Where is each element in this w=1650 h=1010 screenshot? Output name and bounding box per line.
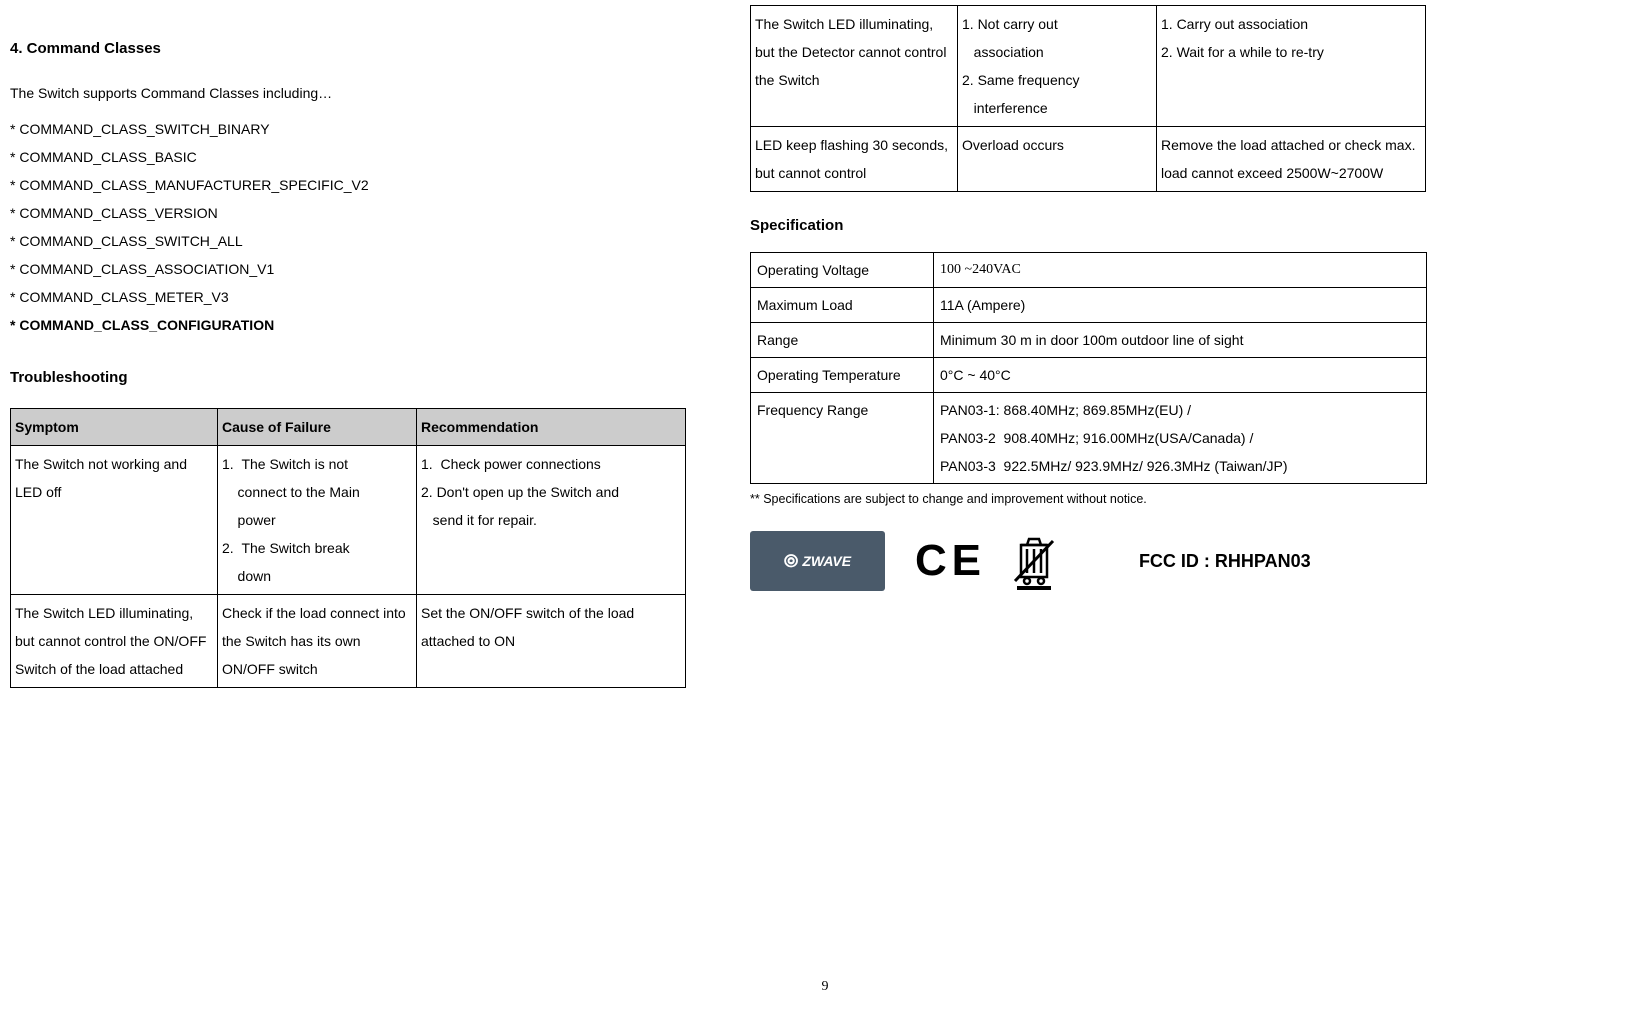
spec-label: Maximum Load: [751, 288, 934, 323]
wifi-icon: ⦾: [784, 551, 798, 572]
page-number: 9: [822, 979, 829, 995]
table-row: Operating Voltage 100 ~240VAC: [751, 253, 1427, 288]
spec-footnote: ** Specifications are subject to change …: [750, 492, 1470, 506]
troubleshooting-table-right: The Switch LED illuminating, but the Det…: [750, 5, 1426, 192]
cell-symptom: The Switch LED illuminating, but cannot …: [11, 595, 218, 688]
cell-rec: 1. Check power connections2. Don't open …: [417, 446, 686, 595]
spec-value: 11A (Ampere): [934, 288, 1427, 323]
table-row: The Switch not working and LED off 1. Th…: [11, 446, 686, 595]
specification-table: Operating Voltage 100 ~240VAC Maximum Lo…: [750, 252, 1427, 484]
list-item: * COMMAND_CLASS_VERSION: [10, 199, 710, 227]
command-classes-intro: The Switch supports Command Classes incl…: [10, 79, 710, 107]
weee-bin-icon: [1009, 531, 1059, 591]
ce-mark-icon: C E: [915, 536, 979, 586]
spec-label: Range: [751, 323, 934, 358]
list-item: * COMMAND_CLASS_METER_V3: [10, 283, 710, 311]
cell-rec: Set the ON/OFF switch of the load attach…: [417, 595, 686, 688]
zwave-logo: ⦾ ZWAVE: [750, 531, 885, 591]
cell-cause: Overload occurs: [958, 127, 1157, 192]
table-row: Range Minimum 30 m in door 100m outdoor …: [751, 323, 1427, 358]
table-header: Symptom: [11, 409, 218, 446]
cell-cause: 1. The Switch is not connect to the Main…: [218, 446, 417, 595]
table-row: The Switch LED illuminating, but cannot …: [11, 595, 686, 688]
spec-label: Operating Voltage: [751, 253, 934, 288]
table-header: Recommendation: [417, 409, 686, 446]
table-row: Operating Temperature 0°C ~ 40°C: [751, 358, 1427, 393]
section-heading-specification: Specification: [750, 217, 1470, 234]
table-row: The Switch LED illuminating, but the Det…: [751, 6, 1426, 127]
list-item: * COMMAND_CLASS_SWITCH_BINARY: [10, 115, 710, 143]
spec-value: Minimum 30 m in door 100m outdoor line o…: [934, 323, 1427, 358]
spec-label: Frequency Range: [751, 393, 934, 484]
table-row: Frequency Range PAN03-1: 868.40MHz; 869.…: [751, 393, 1427, 484]
troubleshooting-table-left: Symptom Cause of Failure Recommendation …: [10, 408, 686, 688]
table-header: Cause of Failure: [218, 409, 417, 446]
section-heading-command-classes: 4. Command Classes: [10, 40, 710, 57]
spec-value: 100 ~240VAC: [934, 253, 1427, 288]
spec-label: Operating Temperature: [751, 358, 934, 393]
spec-value: PAN03-1: 868.40MHz; 869.85MHz(EU) /PAN03…: [934, 393, 1427, 484]
cell-rec: Remove the load attached or check max. l…: [1157, 127, 1426, 192]
list-item: * COMMAND_CLASS_CONFIGURATION: [10, 311, 710, 339]
cell-rec: 1. Carry out association2. Wait for a wh…: [1157, 6, 1426, 127]
list-item: * COMMAND_CLASS_ASSOCIATION_V1: [10, 255, 710, 283]
logo-row: ⦾ ZWAVE C E: [750, 531, 1470, 591]
cell-symptom: The Switch LED illuminating, but the Det…: [751, 6, 958, 127]
list-item: * COMMAND_CLASS_BASIC: [10, 143, 710, 171]
cell-cause: 1. Not carry out association2. Same freq…: [958, 6, 1157, 127]
command-class-list: * COMMAND_CLASS_SWITCH_BINARY * COMMAND_…: [10, 115, 710, 339]
zwave-text: ZWAVE: [802, 553, 851, 569]
cell-cause: Check if the load connect into the Switc…: [218, 595, 417, 688]
section-heading-troubleshooting: Troubleshooting: [10, 369, 710, 386]
cell-symptom: The Switch not working and LED off: [11, 446, 218, 595]
table-row: LED keep flashing 30 seconds, but cannot…: [751, 127, 1426, 192]
table-row: Maximum Load 11A (Ampere): [751, 288, 1427, 323]
cell-symptom: LED keep flashing 30 seconds, but cannot…: [751, 127, 958, 192]
fcc-id-label: FCC ID : RHHPAN03: [1139, 551, 1311, 572]
list-item: * COMMAND_CLASS_SWITCH_ALL: [10, 227, 710, 255]
list-item: * COMMAND_CLASS_MANUFACTURER_SPECIFIC_V2: [10, 171, 710, 199]
spec-value: 0°C ~ 40°C: [934, 358, 1427, 393]
